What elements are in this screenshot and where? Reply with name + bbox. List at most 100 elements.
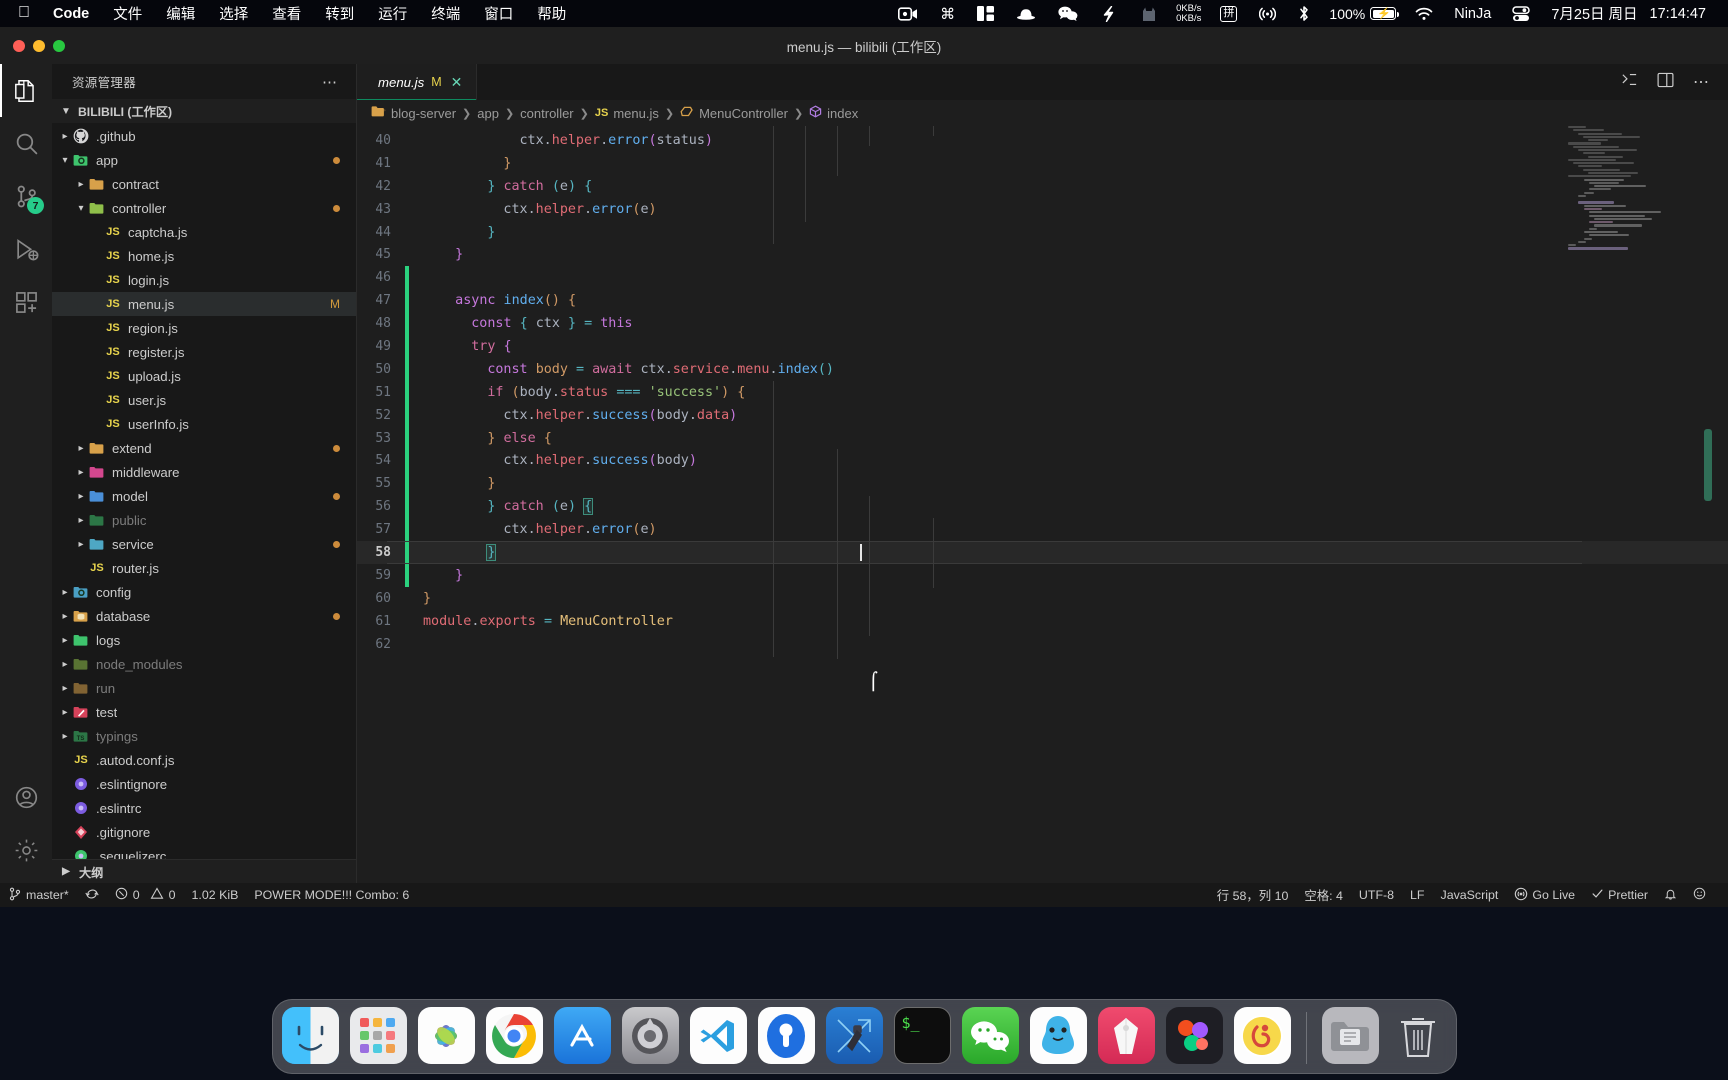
tree-item-sequelizerc[interactable]: .sequelizerc <box>52 844 356 859</box>
code-line-48[interactable]: 48 const { ctx } = this <box>357 312 1728 336</box>
tree-item-controller[interactable]: ▾ controller <box>52 196 356 220</box>
airplay-icon[interactable] <box>1248 0 1287 27</box>
activity-extensions-icon[interactable] <box>0 276 52 329</box>
more-actions-icon[interactable]: ⋯ <box>1693 72 1710 92</box>
tree-item-app[interactable]: ▾ app <box>52 148 356 172</box>
tree-item-region-js[interactable]: JS region.js <box>52 316 356 340</box>
minimize-window-button[interactable] <box>33 39 45 52</box>
menu-run[interactable]: 运行 <box>366 3 419 24</box>
breadcrumb-item-controller[interactable]: controller <box>520 106 573 121</box>
dock-finder-icon[interactable] <box>281 1007 339 1064</box>
breadcrumb-item-app[interactable]: app <box>477 106 499 121</box>
tree-item-run[interactable]: ▸ run <box>52 676 356 700</box>
dock-launchpad-icon[interactable] <box>349 1007 407 1064</box>
dock-netease-music-icon[interactable] <box>1233 1007 1291 1064</box>
code-line-49[interactable]: 49 try { <box>357 335 1728 358</box>
tree-item-router-js[interactable]: JS router.js <box>52 556 356 580</box>
code-line-60[interactable]: 60} <box>357 587 1728 610</box>
bowler-hat-icon[interactable] <box>1005 0 1047 27</box>
cat-icon[interactable] <box>1130 0 1168 27</box>
menu-file[interactable]: 文件 <box>101 3 154 24</box>
status-indentation[interactable]: 空格: 4 <box>1296 883 1351 907</box>
apple-logo-icon[interactable]:  <box>14 4 41 23</box>
wifi-icon[interactable] <box>1404 0 1444 27</box>
dock-system-preferences-icon[interactable] <box>621 1007 679 1064</box>
tree-item-menu-js[interactable]: JS menu.js M <box>52 292 356 316</box>
code-line-61[interactable]: 61 module.exports = MenuController <box>357 610 1728 633</box>
activity-settings-gear-icon[interactable] <box>0 824 52 877</box>
tree-item-gitignore[interactable]: .gitignore <box>52 820 356 844</box>
status-branch[interactable]: master* <box>0 883 77 907</box>
tree-item-database[interactable]: ▸ database <box>52 604 356 628</box>
activity-search-icon[interactable] <box>0 117 52 170</box>
status-go-live[interactable]: Go Live <box>1506 883 1583 907</box>
activity-source-control-icon[interactable]: 7 <box>0 170 52 223</box>
code-line-41[interactable]: 41} <box>357 152 1728 175</box>
activity-run-debug-icon[interactable] <box>0 223 52 276</box>
code-lines[interactable]: 40 ctx.helper.error(status) 41} 42} catch (… <box>357 126 1728 883</box>
menu-go[interactable]: 转到 <box>313 3 366 24</box>
menu-bar-clock[interactable]: 17:14:47 <box>1648 6 1716 22</box>
close-window-button[interactable] <box>13 39 25 52</box>
code-line-40[interactable]: 40 ctx.helper.error(status) <box>357 129 1728 152</box>
status-cursor-position[interactable]: 行 58，列 10 <box>1209 883 1297 907</box>
status-filesize[interactable]: 1.02 KiB <box>184 883 247 907</box>
battery-indicator[interactable]: 100% ⚡ <box>1321 6 1404 22</box>
status-language-mode[interactable]: JavaScript <box>1433 883 1507 907</box>
minimap[interactable] <box>1564 126 1714 883</box>
tree-item-userinfo-js[interactable]: JS userInfo.js <box>52 412 356 436</box>
network-speed-indicator[interactable]: 0KB/s 0KB/s <box>1168 3 1209 24</box>
dock-trash-icon[interactable] <box>1390 1007 1447 1064</box>
tree-item-user-js[interactable]: JS user.js <box>52 388 356 412</box>
maximize-window-button[interactable] <box>53 39 65 52</box>
tab-menu-js[interactable]: js-icon menu.js M ✕ <box>357 64 477 100</box>
tree-item-typings[interactable]: ▸ TS typings <box>52 724 356 748</box>
tree-item-login-js[interactable]: JS login.js <box>52 268 356 292</box>
tree-item-upload-js[interactable]: JS upload.js <box>52 364 356 388</box>
control-center-icon[interactable] <box>1501 0 1541 27</box>
code-line-45[interactable]: 45} <box>357 243 1728 266</box>
status-notifications[interactable] <box>1656 883 1685 907</box>
status-problems[interactable]: 0 0 <box>107 883 184 907</box>
code-editor[interactable]: 40 ctx.helper.error(status) 41} 42} catch (… <box>357 126 1728 883</box>
user-name-label[interactable]: NinJa <box>1444 6 1501 22</box>
dock-app-store-icon[interactable] <box>553 1007 611 1064</box>
tree-item-model[interactable]: ▸ model <box>52 484 356 508</box>
dock-sourcetree-icon[interactable] <box>757 1007 815 1064</box>
tree-item-extend[interactable]: ▸ extend <box>52 436 356 460</box>
tree-item-captcha-js[interactable]: JS captcha.js <box>52 220 356 244</box>
tree-item-eslintignore[interactable]: .eslintignore <box>52 772 356 796</box>
input-method-icon[interactable]: 拼 <box>1209 0 1248 27</box>
code-line-54[interactable]: 54 ctx.helper.success(body) <box>357 449 1728 473</box>
menu-selection[interactable]: 选择 <box>207 3 260 24</box>
tree-item-public[interactable]: ▸ public <box>52 508 356 532</box>
editor-layout-icon[interactable] <box>1657 72 1674 93</box>
tree-item-config[interactable]: ▸ config <box>52 580 356 604</box>
menu-view[interactable]: 查看 <box>260 3 313 24</box>
tree-item-test[interactable]: ▸ test <box>52 700 356 724</box>
dock-photos-icon[interactable] <box>417 1007 475 1064</box>
file-tree[interactable]: ▸ .github ▾ app ▸ contract ▾ controller JS captch… <box>52 123 356 859</box>
wechat-icon[interactable] <box>1047 0 1089 27</box>
code-line-50[interactable]: 50 const body = await ctx.service.menu.in… <box>357 357 1728 381</box>
tree-item-contract[interactable]: ▸ contract <box>52 172 356 196</box>
tree-item-register-js[interactable]: JS register.js <box>52 340 356 364</box>
code-line-59[interactable]: 59} <box>357 563 1728 587</box>
tree-item-middleware[interactable]: ▸ middleware <box>52 460 356 484</box>
status-power-mode[interactable]: POWER MODE!!! Combo: 6 <box>246 883 417 907</box>
split-editor-icon[interactable] <box>1621 71 1638 93</box>
status-eol[interactable]: LF <box>1402 883 1432 907</box>
dock-chrome-icon[interactable] <box>485 1007 543 1064</box>
code-line-51[interactable]: 51 if (body.status === 'success') { <box>357 380 1728 404</box>
status-sync[interactable] <box>77 883 107 907</box>
dock-figma-icon[interactable] <box>1165 1007 1223 1064</box>
breadcrumb-item-index[interactable]: index <box>809 105 858 121</box>
tree-item-logs[interactable]: ▸ logs <box>52 628 356 652</box>
menu-window[interactable]: 窗口 <box>472 3 525 24</box>
breadcrumb-item-blog-server[interactable]: blog-server <box>371 105 456 121</box>
dock-qq-icon[interactable] <box>1029 1007 1087 1064</box>
status-encoding[interactable]: UTF-8 <box>1351 883 1402 907</box>
breadcrumb-item-menucontroller[interactable]: MenuController <box>680 105 788 121</box>
dock-downloads-folder-icon[interactable] <box>1321 1007 1379 1064</box>
dock-wechat-icon[interactable] <box>961 1007 1019 1064</box>
